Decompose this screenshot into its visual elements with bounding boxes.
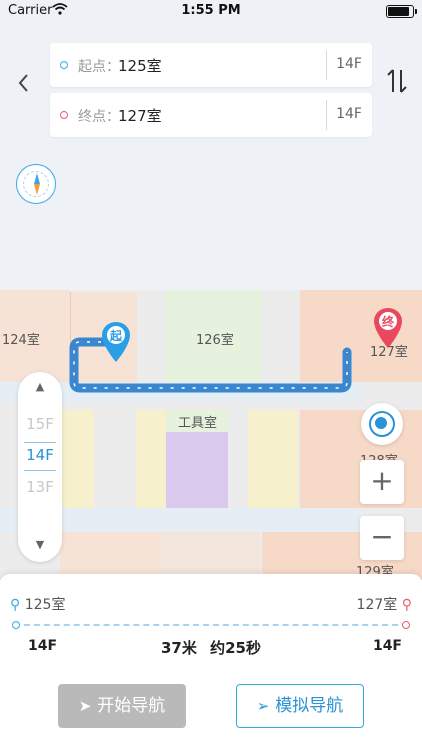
summary-end: 127室 ⚲ <box>357 594 412 614</box>
summary-start-room: 125室 <box>24 597 66 613</box>
field-divider <box>326 50 327 80</box>
locate-button[interactable] <box>361 403 403 445</box>
back-button[interactable] <box>12 72 34 102</box>
compass-south-needle <box>34 184 40 195</box>
route-path <box>69 337 352 393</box>
route-duration: 约25秒 <box>210 639 261 657</box>
start-pin-text: 起 <box>109 328 123 343</box>
end-label: 终点： <box>78 109 120 125</box>
compass-button[interactable] <box>16 164 56 204</box>
route-start-dot <box>12 621 20 629</box>
start-room: 125室 <box>118 57 162 75</box>
floor-picker[interactable]: ▲ 15F 14F 13F ▼ <box>18 372 62 562</box>
swap-button[interactable] <box>384 66 410 100</box>
indoor-map[interactable]: 124室 126室 127室 工具室 128室 129室 起 终 <box>0 290 422 580</box>
battery-icon <box>386 5 417 18</box>
route-header-panel: Carrier 1:55 PM 起点： 125室 14F 终点： 127室 14… <box>0 0 422 290</box>
compass-icon <box>34 173 40 184</box>
simulate-navigation-label: 模拟导航 <box>275 696 344 716</box>
end-pin-icon[interactable]: 终 <box>371 306 405 350</box>
location-pin-icon: ⚲ <box>401 597 412 613</box>
status-time: 1:55 PM <box>181 3 241 18</box>
route-summary-card: ⚲ 125室 127室 ⚲ 14F 37米 约25秒 14F ➤ 开始导航 ➢ 模拟… <box>0 574 422 750</box>
route-end-dot <box>402 621 410 629</box>
route-distance: 37米 <box>161 639 197 657</box>
floor-option-13F[interactable]: 13F <box>18 478 62 496</box>
start-label: 起点： <box>78 59 120 75</box>
start-pin-icon[interactable]: 起 <box>99 320 133 364</box>
battery-fill <box>388 7 409 16</box>
floor-option-14F[interactable]: 14F <box>18 446 62 464</box>
floor-up-button[interactable]: ▲ <box>18 380 62 393</box>
floor-option-15F[interactable]: 15F <box>18 415 62 433</box>
summary-end-floor: 14F <box>372 638 402 654</box>
app-root: Carrier 1:55 PM 起点： 125室 14F 终点： 127室 14… <box>0 0 422 750</box>
floor-selection-line <box>24 470 56 471</box>
end-dot-icon <box>60 111 68 119</box>
navigation-arrow-icon: ➤ <box>78 697 92 715</box>
start-dot-icon <box>60 61 68 69</box>
status-bar: Carrier 1:55 PM <box>0 0 422 22</box>
start-navigation-label: 开始导航 <box>97 696 166 716</box>
zoom-in-button[interactable]: + <box>360 460 404 504</box>
floor-selection-line <box>24 442 56 443</box>
summary-end-room: 127室 <box>356 597 398 613</box>
locate-icon-core <box>375 417 387 429</box>
start-navigation-button[interactable]: ➤ 开始导航 <box>58 684 186 728</box>
end-floor-selector[interactable]: 14F <box>330 106 368 122</box>
end-room: 127室 <box>118 107 162 125</box>
swap-vertical-icon <box>387 69 407 93</box>
route-summary: 37米 约25秒 <box>0 637 422 658</box>
end-pin-text: 终 <box>382 314 395 329</box>
simulate-navigation-button[interactable]: ➢ 模拟导航 <box>236 684 364 728</box>
location-pin-icon: ⚲ <box>10 597 21 613</box>
start-floor-selector[interactable]: 14F <box>330 56 368 72</box>
end-point-field[interactable]: 终点： 127室 14F <box>50 93 372 137</box>
floor-down-button[interactable]: ▼ <box>18 538 62 551</box>
zoom-out-button[interactable]: − <box>360 516 404 560</box>
summary-start: ⚲ 125室 <box>10 594 65 614</box>
start-point-field[interactable]: 起点： 125室 14F <box>50 43 372 87</box>
route-progress-line <box>12 621 410 629</box>
field-divider <box>326 100 327 130</box>
chevron-left-icon <box>18 74 28 92</box>
navigation-outline-icon: ➢ <box>256 697 270 715</box>
